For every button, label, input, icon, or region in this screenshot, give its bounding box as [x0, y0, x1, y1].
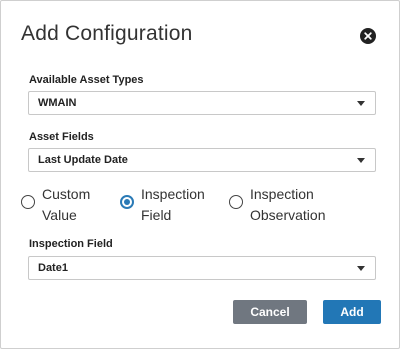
asset-fields-value: Last Update Date	[38, 154, 128, 166]
asset-types-label: Available Asset Types	[29, 74, 144, 86]
asset-types-select[interactable]: WMAIN	[28, 91, 376, 115]
dialog-title: Add Configuration	[21, 22, 193, 45]
asset-types-value: WMAIN	[38, 97, 77, 109]
radio-circle-icon[interactable]	[21, 195, 35, 209]
value-source-radio-group: Custom Value Inspection Field Inspection Ob…	[21, 184, 381, 226]
chevron-down-icon	[357, 158, 365, 163]
asset-fields-label: Asset Fields	[29, 131, 94, 143]
add-button[interactable]: Add	[323, 300, 381, 324]
inspection-field-value: Date1	[38, 262, 68, 274]
radio-label: Custom Value	[42, 186, 91, 223]
close-icon[interactable]	[360, 28, 376, 44]
chevron-down-icon	[357, 266, 365, 271]
inspection-field-select[interactable]: Date1	[28, 256, 376, 280]
asset-fields-select[interactable]: Last Update Date	[28, 148, 376, 172]
radio-circle-checked-icon[interactable]	[120, 195, 134, 209]
chevron-down-icon	[357, 101, 365, 106]
cancel-button[interactable]: Cancel	[233, 300, 307, 324]
radio-circle-icon[interactable]	[229, 195, 243, 209]
radio-label: Inspection Field	[141, 186, 205, 223]
radio-label: Inspection Observation	[250, 186, 326, 223]
add-configuration-dialog: Add Configuration Available Asset Types …	[0, 0, 400, 349]
inspection-field-label: Inspection Field	[29, 238, 113, 250]
